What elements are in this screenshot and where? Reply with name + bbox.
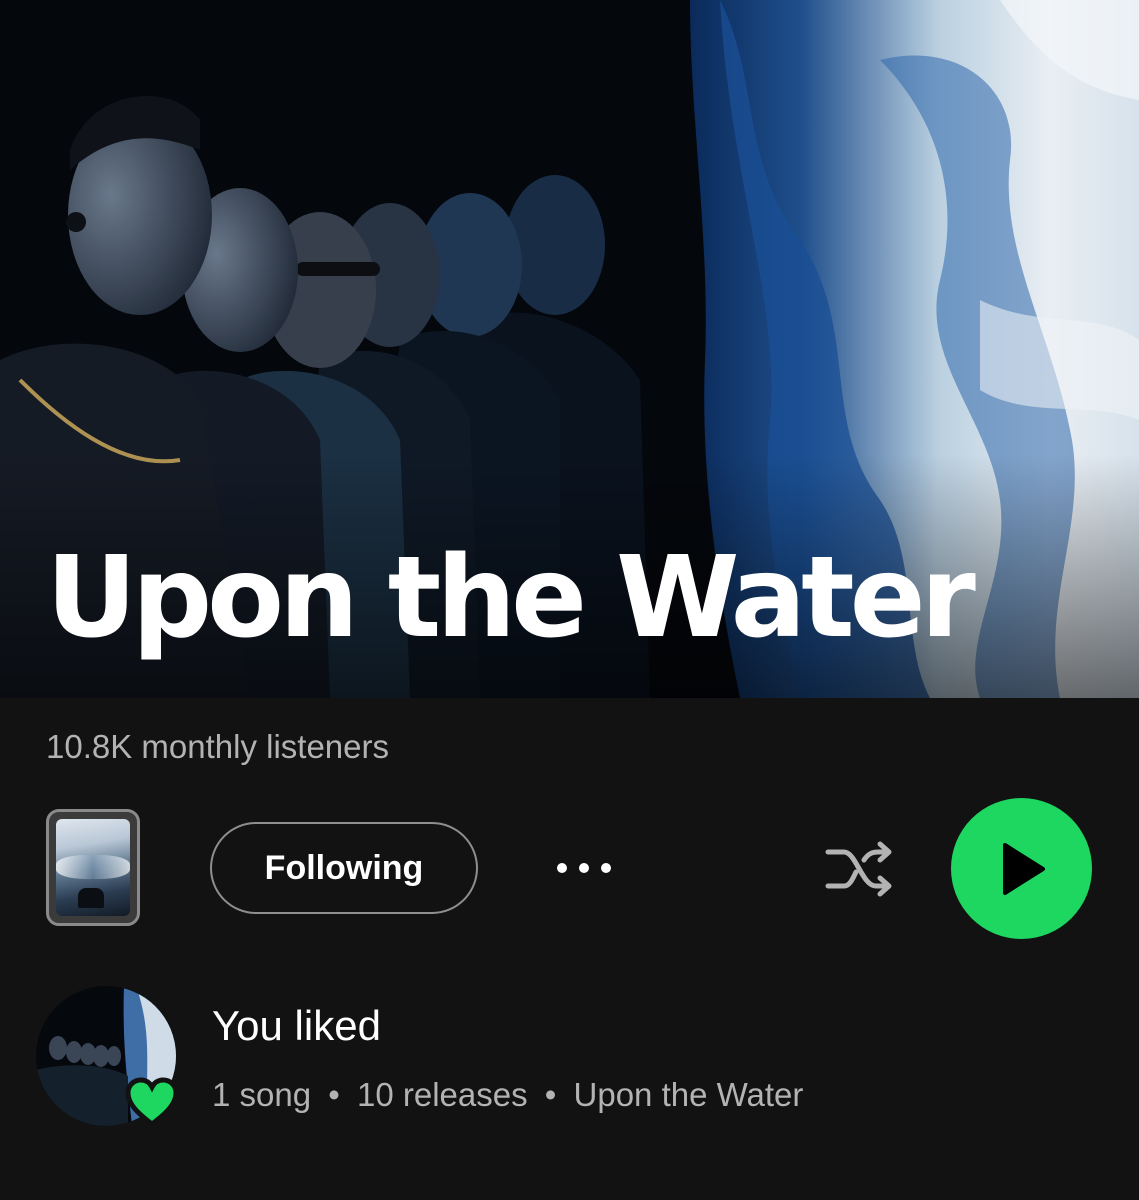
- shuffle-button[interactable]: [822, 838, 898, 900]
- liked-songs-row[interactable]: You liked 1 song • 10 releases • Upon th…: [0, 980, 1139, 1130]
- monthly-listeners: 10.8K monthly listeners: [46, 728, 390, 765]
- separator-dot: •: [328, 1076, 340, 1113]
- play-button[interactable]: [951, 798, 1092, 939]
- following-button[interactable]: Following: [210, 822, 478, 914]
- liked-subtitle: 1 song • 10 releases • Upon the Water: [212, 1076, 803, 1114]
- release-thumbnail-image: [56, 819, 130, 916]
- release-thumbnail[interactable]: [46, 809, 140, 926]
- play-icon: [1002, 842, 1045, 895]
- heart-icon: [124, 1076, 180, 1128]
- more-options-button[interactable]: [548, 840, 620, 896]
- liked-release-count: 10 releases: [357, 1076, 528, 1113]
- artist-name: Upon the Water: [46, 533, 976, 663]
- shuffle-icon: [825, 841, 892, 897]
- liked-title: You liked: [212, 1002, 381, 1049]
- separator-dot: •: [544, 1076, 557, 1113]
- liked-song-count: 1 song: [212, 1076, 312, 1113]
- more-icon: [557, 863, 611, 873]
- liked-artist-name: Upon the Water: [573, 1076, 804, 1113]
- artist-hero: Upon the Water: [0, 0, 1139, 698]
